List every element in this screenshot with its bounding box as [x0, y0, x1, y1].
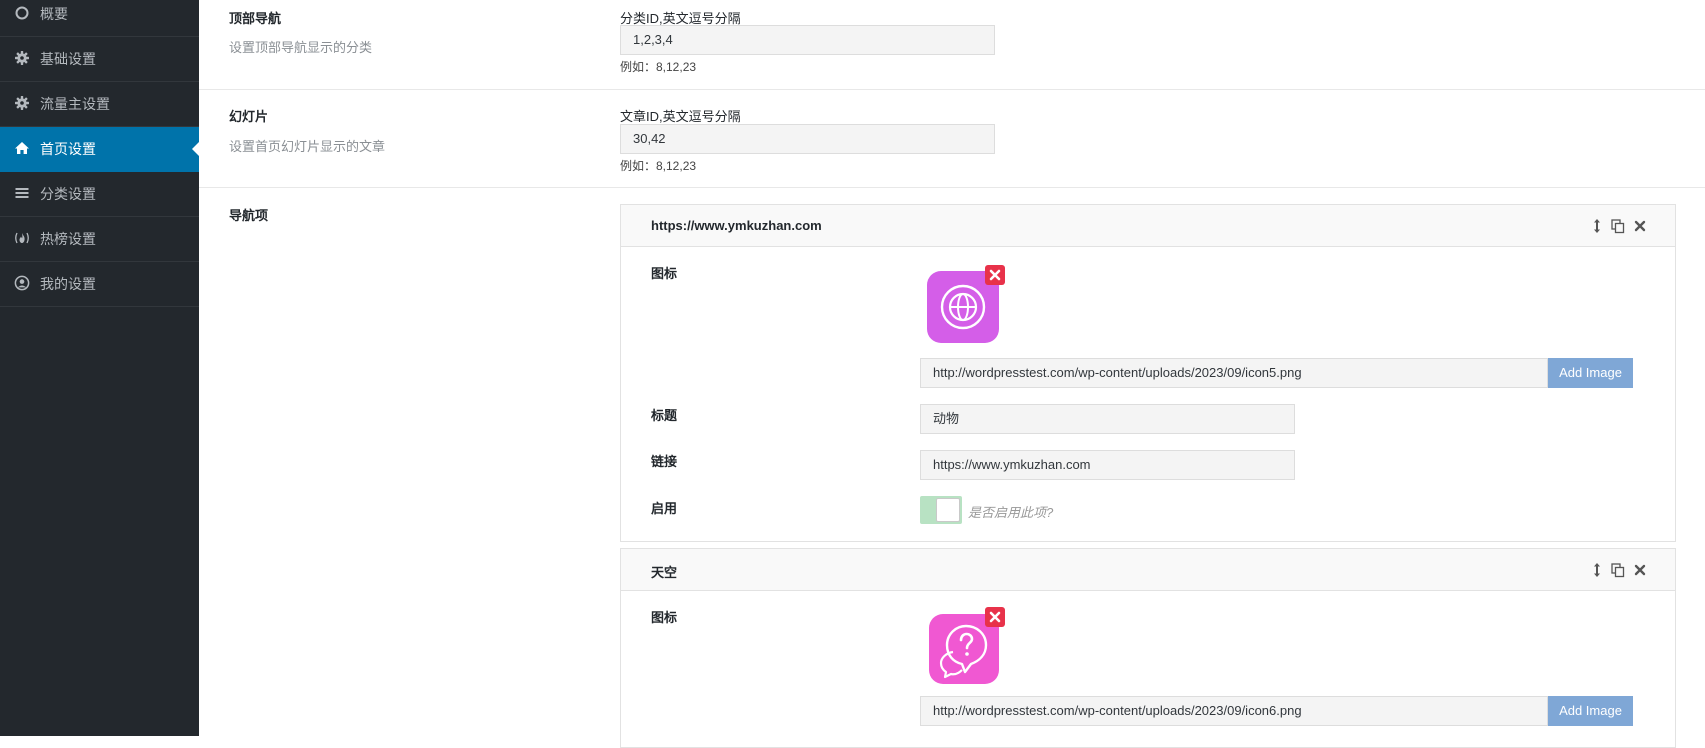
nav-items-title: 导航项 — [229, 208, 269, 223]
sidebar-item-hot[interactable]: 热榜设置 — [0, 217, 199, 262]
group-actions — [1586, 218, 1647, 234]
group-header[interactable]: 天空 — [621, 549, 1675, 591]
link-input[interactable]: https://www.ymkuzhan.com — [920, 450, 1295, 480]
group-header[interactable]: https://www.ymkuzhan.com — [621, 205, 1675, 247]
close-icon[interactable] — [1633, 218, 1647, 234]
sidebar-item-label: 热榜设置 — [40, 231, 96, 247]
sort-icon[interactable] — [1590, 218, 1604, 234]
clone-icon[interactable] — [1611, 218, 1625, 234]
user-circle-icon — [14, 275, 30, 291]
sidebar-item-basic[interactable]: 基础设置 — [0, 37, 199, 82]
top-nav-input[interactable]: 1,2,3,4 — [620, 25, 995, 55]
fire-icon — [15, 232, 29, 244]
group-actions — [1586, 562, 1647, 578]
top-nav-hint: 例如：8,12,23 — [620, 60, 697, 74]
link-label: 链接 — [651, 454, 678, 469]
slides-title: 幻灯片 — [229, 109, 269, 124]
gear-icon — [15, 51, 29, 65]
slides-input[interactable]: 30,42 — [620, 124, 995, 154]
sidebar-item-mine[interactable]: 我的设置 — [0, 262, 199, 307]
row-divider — [199, 187, 1705, 188]
sidebar-item-label: 概要 — [40, 6, 68, 22]
top-nav-description: 设置顶部导航显示的分类 — [229, 40, 373, 55]
image-url-input[interactable]: http://wordpresstest.com/wp-content/uplo… — [920, 696, 1548, 726]
gear-icon — [15, 96, 29, 110]
enable-label: 启用 — [651, 501, 678, 516]
group-title: 天空 — [651, 565, 678, 580]
top-nav-title: 顶部导航 — [229, 11, 282, 26]
list-icon — [15, 188, 29, 198]
image-url-input[interactable]: http://wordpresstest.com/wp-content/uplo… — [920, 358, 1548, 388]
sidebar-item-category[interactable]: 分类设置 — [0, 172, 199, 217]
circle-icon — [15, 6, 29, 20]
close-icon[interactable] — [1633, 562, 1647, 578]
toggle-knob — [936, 498, 960, 522]
enable-hint: 是否启用此项? — [968, 505, 1054, 520]
enable-toggle[interactable] — [920, 496, 962, 524]
sidebar-item-label: 首页设置 — [40, 141, 96, 157]
active-indicator — [192, 142, 199, 156]
sidebar-item-label: 我的设置 — [40, 276, 96, 292]
sidebar-item-home[interactable]: 首页设置 — [0, 127, 199, 172]
settings-panel: 顶部导航 设置顶部导航显示的分类 分类ID,英文逗号分隔 1,2,3,4 例如：… — [199, 0, 1705, 748]
sort-icon[interactable] — [1590, 562, 1604, 578]
title-input[interactable]: 动物 — [920, 404, 1295, 434]
admin-sidebar: 概要 基础设置 流量主设置 首页设置 分类设置 热榜设置 我的设置 — [0, 0, 199, 736]
title-label: 标题 — [651, 408, 678, 423]
home-icon — [15, 142, 29, 154]
clone-icon[interactable] — [1611, 562, 1625, 578]
sidebar-item-traffic[interactable]: 流量主设置 — [0, 82, 199, 127]
group-title: https://www.ymkuzhan.com — [651, 218, 822, 233]
remove-icon — [989, 269, 1001, 281]
sidebar-item-label: 基础设置 — [40, 51, 96, 67]
add-image-button[interactable]: Add Image — [1548, 696, 1633, 726]
sidebar-item-label: 流量主设置 — [40, 96, 110, 112]
slides-field-label: 文章ID,英文逗号分隔 — [620, 109, 741, 124]
add-image-button[interactable]: Add Image — [1548, 358, 1633, 388]
sidebar-item-label: 分类设置 — [40, 186, 96, 202]
nav-item-group: https://www.ymkuzhan.com 图标 http://wordp… — [620, 204, 1676, 542]
slides-hint: 例如：8,12,23 — [620, 159, 697, 173]
sidebar-item-overview[interactable]: 概要 — [0, 0, 199, 37]
remove-image-button[interactable] — [985, 265, 1005, 285]
slides-description: 设置首页幻灯片显示的文章 — [229, 139, 386, 154]
icon-label: 图标 — [651, 610, 678, 625]
remove-image-button[interactable] — [985, 607, 1005, 627]
nav-item-group: 天空 图标 http://wordpresstest.com/wp-conten… — [620, 548, 1676, 748]
row-divider — [199, 89, 1705, 90]
remove-icon — [989, 611, 1001, 623]
icon-label: 图标 — [651, 266, 678, 281]
